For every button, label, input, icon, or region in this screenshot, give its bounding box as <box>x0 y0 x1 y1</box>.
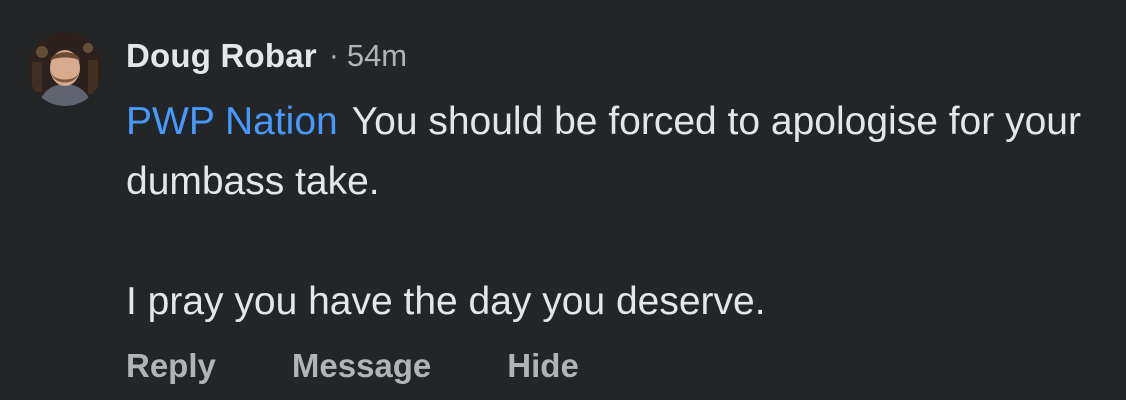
reply-button[interactable]: Reply <box>126 347 216 385</box>
avatar-photo-icon <box>28 32 102 106</box>
separator-dot: · <box>328 39 339 72</box>
message-button[interactable]: Message <box>292 347 431 385</box>
avatar[interactable] <box>28 32 102 106</box>
mention-link[interactable]: PWP Nation <box>126 100 338 143</box>
timestamp[interactable]: 54m <box>347 38 407 74</box>
comment-line-2: I pray you have the day you deserve. <box>126 280 766 323</box>
comment-body: PWP Nation You should be forced to apolog… <box>126 92 1086 332</box>
comment-header: Doug Robar · 54m <box>126 34 407 78</box>
author-name[interactable]: Doug Robar <box>126 37 317 75</box>
comment-actions: Reply Message Hide <box>126 342 579 390</box>
comment-line-1: PWP Nation You should be forced to apolog… <box>126 92 1086 212</box>
hide-button[interactable]: Hide <box>507 347 579 385</box>
comment: Doug Robar · 54m PWP Nation You should be… <box>0 0 1126 400</box>
